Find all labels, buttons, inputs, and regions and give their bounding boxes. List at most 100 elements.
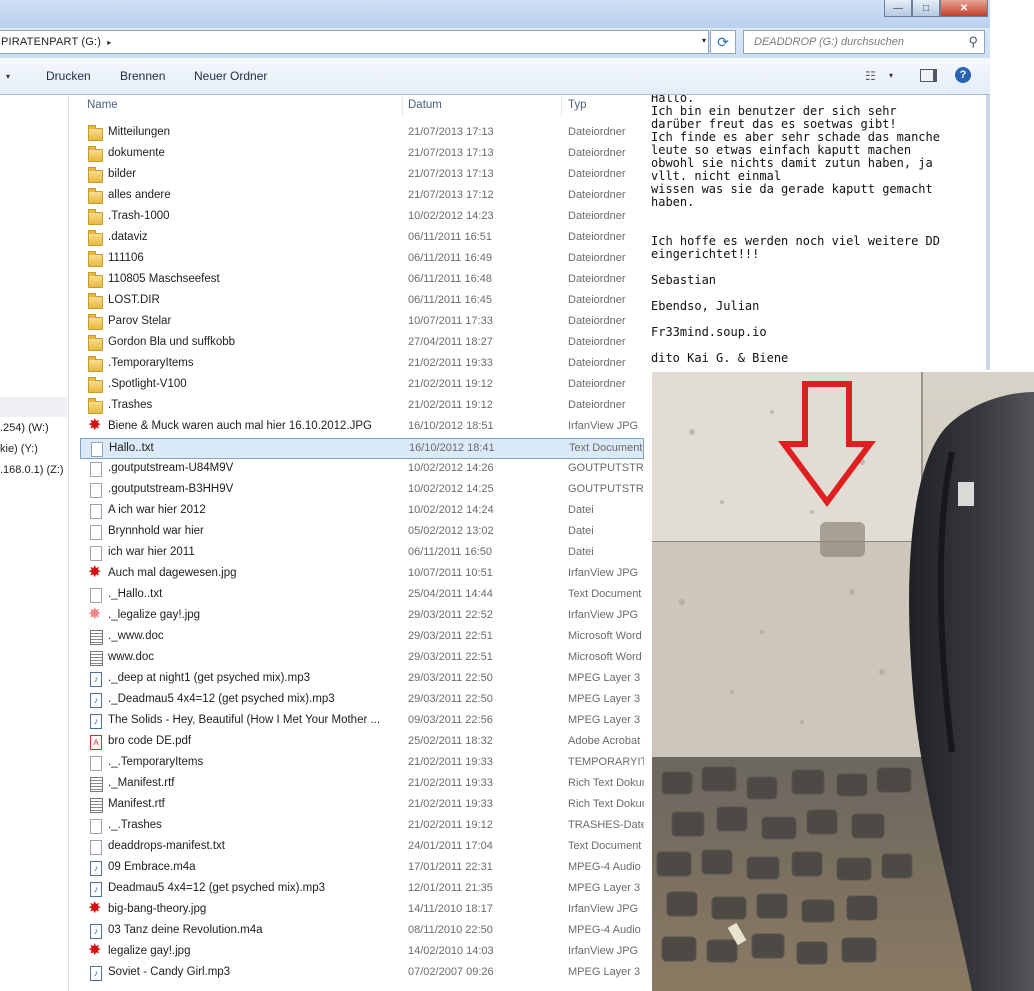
view-dropdown-icon[interactable]: ▾ bbox=[889, 71, 893, 80]
file-name: bro code DE.pdf bbox=[108, 735, 192, 747]
refresh-button[interactable]: ⟳ bbox=[710, 30, 736, 54]
file-name: ._.Trashes bbox=[108, 819, 162, 831]
folder-icon bbox=[88, 188, 103, 204]
address-bar[interactable]: PIRATENPART (G:) ▸ ▾ bbox=[0, 30, 709, 54]
file-row[interactable]: www.doc 29/03/2011 22:51 Microsoft Word bbox=[80, 648, 644, 669]
close-button[interactable]: ✕ bbox=[940, 0, 988, 17]
file-date: 10/02/2012 14:24 bbox=[408, 504, 494, 516]
view-options-icon[interactable]: ☷ bbox=[865, 69, 876, 83]
window-titlebar: — □ ✕ bbox=[0, 0, 990, 28]
file-type: Text Document bbox=[568, 840, 642, 852]
folder-row[interactable]: bilder 21/07/2013 17:13 Dateiordner bbox=[80, 165, 644, 186]
file-row[interactable]: ✸ Auch mal dagewesen.jpg 10/07/2011 10:51 I… bbox=[80, 564, 644, 585]
column-date[interactable]: Datum bbox=[408, 99, 442, 111]
column-type[interactable]: Typ bbox=[568, 99, 587, 111]
file-type: MPEG Layer 3 bbox=[568, 966, 641, 978]
print-button[interactable]: Drucken bbox=[46, 69, 91, 83]
folder-row[interactable]: Parov Stelar 10/07/2011 17:33 Dateiordner bbox=[80, 312, 644, 333]
folder-icon bbox=[88, 272, 103, 288]
folder-row[interactable]: .Trash-1000 10/02/2012 14:23 Dateiordner bbox=[80, 207, 644, 228]
folder-row[interactable]: LOST.DIR 06/11/2011 16:45 Dateiordner bbox=[80, 291, 644, 312]
file-row[interactable]: ♪ ._Deadmau5 4x4=12 (get psyched mix).mp3… bbox=[80, 690, 644, 711]
maximize-button[interactable]: □ bbox=[912, 0, 940, 17]
folder-row[interactable]: 110805 Maschseefest 06/11/2011 16:48 Datei… bbox=[80, 270, 644, 291]
folder-row[interactable]: Mitteilungen 21/07/2013 17:13 Dateiordner bbox=[80, 123, 644, 144]
file-date: 06/11/2011 16:49 bbox=[408, 252, 493, 264]
file-row[interactable]: .goutputstream-B3HH9V 10/02/2012 14:25 GOU… bbox=[80, 480, 644, 501]
file-name: .dataviz bbox=[108, 231, 148, 243]
nav-item-drive-y[interactable]: kie) (Y:) bbox=[0, 443, 38, 455]
preview-text-line: dito Kai G. & Biene bbox=[651, 351, 789, 365]
file-name: ._Manifest.rtf bbox=[108, 777, 175, 789]
image-icon: ✸ bbox=[88, 417, 102, 434]
column-name[interactable]: Name bbox=[87, 99, 118, 111]
file-row[interactable]: A ich war hier 2012 10/02/2012 14:24 Datei bbox=[80, 501, 644, 522]
breadcrumb-arrow-icon[interactable]: ▸ bbox=[107, 38, 111, 47]
file-row[interactable]: ♪ Deadmau5 4x4=12 (get psyched mix).mp3 12… bbox=[80, 879, 644, 900]
file-name: ._.TemporaryItems bbox=[108, 756, 204, 768]
column-separator[interactable] bbox=[561, 95, 562, 117]
file-row[interactable]: ✸ Biene & Muck waren auch mal hier 16.10.… bbox=[80, 417, 644, 438]
file-row[interactable]: ._.Trashes 21/02/2011 19:12 TRASHES-Datei bbox=[80, 816, 644, 837]
file-date: 12/01/2011 21:35 bbox=[408, 882, 493, 894]
file-date: 06/11/2011 16:50 bbox=[408, 546, 493, 558]
file-row[interactable]: ._Manifest.rtf 21/02/2011 19:33 Rich Text … bbox=[80, 774, 644, 795]
file-row[interactable]: ♪ 03 Tanz deine Revolution.m4a 08/11/2010 … bbox=[80, 921, 644, 942]
audio-icon: ♪ bbox=[90, 966, 102, 981]
folder-row[interactable]: dokumente 21/07/2013 17:13 Dateiordner bbox=[80, 144, 644, 165]
folder-row[interactable]: .Trashes 21/02/2011 19:12 Dateiordner bbox=[80, 396, 644, 417]
file-date: 21/07/2013 17:13 bbox=[408, 126, 494, 138]
minimize-button[interactable]: — bbox=[884, 0, 912, 17]
file-row[interactable]: ♪ The Solids - Hey, Beautiful (How I Met … bbox=[80, 711, 644, 732]
search-icon[interactable]: ⚲ bbox=[968, 34, 978, 50]
pdf-icon: A bbox=[90, 735, 102, 750]
file-row[interactable]: ._.TemporaryItems 21/02/2011 19:33 TEMPORA… bbox=[80, 753, 644, 774]
search-input[interactable]: DEADDROP (G:) durchsuchen ⚲ bbox=[743, 30, 985, 54]
file-row[interactable]: ♪ 09 Embrace.m4a 17/01/2011 22:31 MPEG-4 Au… bbox=[80, 858, 644, 879]
preview-pane-icon[interactable] bbox=[920, 69, 937, 82]
folder-row[interactable]: .dataviz 06/11/2011 16:51 Dateiordner bbox=[80, 228, 644, 249]
file-type: IrfanView JPG bbox=[568, 903, 639, 915]
file-type: Datei bbox=[568, 546, 594, 558]
file-date: 21/02/2011 19:33 bbox=[408, 798, 493, 810]
file-row[interactable]: Brynnhold war hier 05/02/2012 13:02 Datei bbox=[80, 522, 644, 543]
file-date: 05/02/2012 13:02 bbox=[408, 525, 494, 537]
file-row[interactable]: ✸ ._legalize gay!.jpg 29/03/2011 22:52 Irfa… bbox=[80, 606, 644, 627]
navigation-pane: .254) (W:) kie) (Y:) .168.0.1) (Z:) bbox=[0, 95, 69, 991]
file-row[interactable]: .goutputstream-U84M9V 10/02/2012 14:26 GOU… bbox=[80, 459, 644, 480]
file-name: alles andere bbox=[108, 189, 171, 201]
file-row[interactable]: ✸ legalize gay!.jpg 14/02/2010 14:03 IrfanV… bbox=[80, 942, 644, 963]
nav-item-drive-z[interactable]: .168.0.1) (Z:) bbox=[0, 464, 64, 476]
folder-row[interactable]: alles andere 21/07/2013 17:12 Dateiordner bbox=[80, 186, 644, 207]
folder-icon bbox=[88, 335, 103, 351]
file-row[interactable]: ._www.doc 29/03/2011 22:51 Microsoft Word bbox=[80, 627, 644, 648]
breadcrumb-drive[interactable]: PIRATENPART (G:) bbox=[0, 36, 101, 48]
wall-photo bbox=[652, 372, 1034, 991]
file-name: ._legalize gay!.jpg bbox=[108, 609, 201, 621]
file-type: Adobe Acrobat bbox=[568, 735, 641, 747]
new-folder-button[interactable]: Neuer Ordner bbox=[194, 69, 267, 83]
nav-item-drive-w[interactable]: .254) (W:) bbox=[0, 422, 49, 434]
file-row[interactable]: ._Hallo..txt 25/04/2011 14:44 Text Documen… bbox=[80, 585, 644, 606]
burn-button[interactable]: Brennen bbox=[120, 69, 165, 83]
file-row[interactable]: Manifest.rtf 21/02/2011 19:33 Rich Text Do… bbox=[80, 795, 644, 816]
organize-dropdown-icon[interactable]: ▾ bbox=[6, 72, 10, 81]
help-icon[interactable]: ? bbox=[955, 67, 971, 83]
address-dropdown-icon[interactable]: ▾ bbox=[702, 36, 706, 45]
file-row[interactable]: deaddrops-manifest.txt 24/01/2011 17:04 Te… bbox=[80, 837, 644, 858]
file-row[interactable]: ✸ big-bang-theory.jpg 14/11/2010 18:17 Irfa… bbox=[80, 900, 644, 921]
file-row[interactable]: ich war hier 2011 06/11/2011 16:50 Datei bbox=[80, 543, 644, 564]
file-row[interactable]: ♪ ._deep at night1 (get psyched mix).mp3 2… bbox=[80, 669, 644, 690]
file-name: Parov Stelar bbox=[108, 315, 172, 327]
file-type: MPEG-4 Audio bbox=[568, 861, 641, 873]
folder-row[interactable]: .TemporaryItems 21/02/2011 19:33 Dateiordn… bbox=[80, 354, 644, 375]
audio-icon: ♪ bbox=[90, 861, 102, 876]
file-type: IrfanView JPG bbox=[568, 420, 639, 432]
file-row[interactable]: Abro code DE.pdf 25/02/2011 18:32 Adobe Ac… bbox=[80, 732, 644, 753]
file-row[interactable]: ♪ Soviet - Candy Girl.mp3 07/02/2007 09:26… bbox=[80, 963, 644, 984]
file-row[interactable]: Hallo..txt 16/10/2012 18:41 Text Document bbox=[80, 438, 644, 459]
folder-row[interactable]: 111106 06/11/2011 16:49 Dateiordner bbox=[80, 249, 644, 270]
folder-row[interactable]: Gordon Bla und suffkobb 27/04/2011 18:27 D… bbox=[80, 333, 644, 354]
folder-row[interactable]: .Spotlight-V100 21/02/2011 19:12 Dateiordn… bbox=[80, 375, 644, 396]
column-separator[interactable] bbox=[402, 95, 403, 117]
